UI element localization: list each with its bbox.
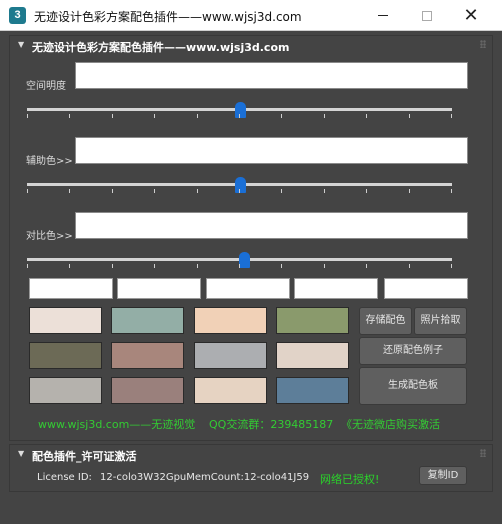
minimize-icon: [378, 15, 388, 16]
rollout-title: 配色插件_许可证激活: [32, 450, 137, 463]
slider-tick: [197, 189, 198, 193]
color-value-field-1[interactable]: [29, 278, 113, 299]
slider-thumb[interactable]: [238, 252, 250, 268]
generate-board-button[interactable]: 生成配色板: [359, 367, 467, 405]
color-swatch[interactable]: [194, 342, 267, 369]
slider-tick: [281, 114, 282, 118]
collapse-arrow-icon: ▼: [18, 449, 25, 458]
lightness-slider[interactable]: [27, 102, 452, 120]
shop-link[interactable]: 《无迹微店购买激活: [341, 416, 440, 432]
restore-example-button[interactable]: 还原配色例子: [359, 337, 467, 365]
slider-tick: [409, 114, 410, 118]
slider-tick: [239, 114, 240, 118]
slider-tick: [281, 189, 282, 193]
rollout-header[interactable]: ▼ 配色插件_许可证激活: [10, 445, 492, 465]
auxiliary-color-slider[interactable]: [27, 177, 452, 195]
color-value-field-4[interactable]: [294, 278, 378, 299]
slider-tick: [112, 114, 113, 118]
close-button[interactable]: ✕: [448, 0, 494, 31]
auxiliary-color-label: 辅助色>>: [26, 156, 73, 167]
rollout-header[interactable]: ▼ 无迹设计色彩方案配色插件——www.wjsj3d.com: [10, 36, 492, 56]
slider-tick: [112, 264, 113, 268]
color-swatch[interactable]: [111, 342, 184, 369]
slider-tick: [27, 189, 28, 193]
contrast-color-field[interactable]: [75, 212, 468, 239]
color-swatch[interactable]: [194, 377, 267, 404]
slider-tick: [154, 114, 155, 118]
slider-tick: [112, 189, 113, 193]
color-swatch[interactable]: [29, 377, 102, 404]
slider-tick: [154, 189, 155, 193]
slider-thumb[interactable]: [234, 102, 246, 118]
color-swatch[interactable]: [111, 377, 184, 404]
color-swatch[interactable]: [276, 307, 349, 334]
slider-tick: [324, 264, 325, 268]
slider-tick: [239, 264, 240, 268]
slider-tick: [27, 114, 28, 118]
save-colors-button[interactable]: 存储配色: [359, 307, 412, 335]
rollout-title: 无迹设计色彩方案配色插件——www.wjsj3d.com: [32, 41, 290, 54]
contrast-color-label: 对比色>>: [26, 231, 73, 242]
lightness-field[interactable]: [75, 62, 468, 89]
slider-tick: [239, 189, 240, 193]
maximize-icon: [422, 10, 432, 21]
auxiliary-color-field[interactable]: [75, 137, 468, 164]
drag-grip-icon[interactable]: [480, 449, 486, 457]
maximize-button[interactable]: [404, 0, 450, 31]
slider-tick: [409, 264, 410, 268]
color-swatch[interactable]: [194, 307, 267, 334]
slider-tick: [281, 264, 282, 268]
website-credit: www.wjsj3d.com——无迹视觉: [38, 418, 196, 431]
qq-group: QQ交流群：239485187: [209, 418, 334, 431]
slider-tick: [451, 189, 452, 193]
app-icon: 3: [9, 7, 26, 24]
slider-tick: [197, 114, 198, 118]
slider-tick: [366, 264, 367, 268]
color-scheme-rollout: ▼ 无迹设计色彩方案配色插件——www.wjsj3d.com 空间明度 辅助色>…: [9, 35, 493, 441]
slider-tick: [27, 264, 28, 268]
slider-tick: [154, 264, 155, 268]
copy-id-button[interactable]: 复制ID: [419, 466, 467, 485]
window-title: 无迹设计色彩方案配色插件——www.wjsj3d.com: [34, 10, 302, 24]
slider-tick: [197, 264, 198, 268]
authorization-status: 网络已授权!: [320, 473, 380, 486]
slider-tick: [69, 114, 70, 118]
color-value-field-5[interactable]: [384, 278, 468, 299]
license-id-value: 12-colo3W32GpuMemCount:12-colo41J59: [100, 472, 310, 483]
contrast-color-slider[interactable]: [27, 252, 452, 270]
color-swatch[interactable]: [276, 342, 349, 369]
color-value-field-2[interactable]: [117, 278, 201, 299]
color-value-field-3[interactable]: [206, 278, 290, 299]
color-swatch[interactable]: [276, 377, 349, 404]
title-bar: 3 无迹设计色彩方案配色插件——www.wjsj3d.com ✕: [0, 0, 502, 31]
slider-tick: [69, 189, 70, 193]
color-swatch[interactable]: [111, 307, 184, 334]
slider-tick: [451, 264, 452, 268]
collapse-arrow-icon: ▼: [18, 40, 25, 49]
slider-tick: [409, 189, 410, 193]
slider-tick: [324, 114, 325, 118]
drag-grip-icon[interactable]: [480, 40, 486, 48]
lightness-label: 空间明度: [26, 81, 66, 92]
slider-tick: [366, 189, 367, 193]
minimize-button[interactable]: [360, 0, 406, 31]
slider-thumb[interactable]: [234, 177, 246, 193]
license-rollout: ▼ 配色插件_许可证激活 License ID: 12-colo3W32GpuM…: [9, 444, 493, 492]
slider-tick: [69, 264, 70, 268]
color-swatch[interactable]: [29, 307, 102, 334]
slider-tick: [324, 189, 325, 193]
color-swatch[interactable]: [29, 342, 102, 369]
license-id-label: License ID:: [37, 472, 92, 483]
slider-tick: [451, 114, 452, 118]
slider-tick: [366, 114, 367, 118]
pick-from-photo-button[interactable]: 照片拾取: [414, 307, 467, 335]
